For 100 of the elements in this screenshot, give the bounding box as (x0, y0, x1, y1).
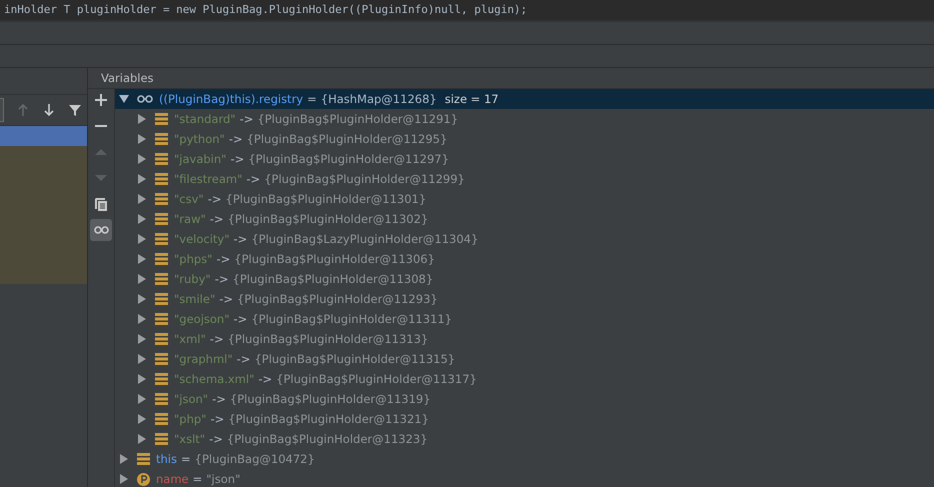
list-icon (155, 333, 168, 345)
list-icon (155, 233, 168, 245)
key-text: "filestream" (174, 172, 242, 186)
variable-value: {PluginBag$PluginHolder@11301} (226, 192, 426, 206)
key-text: "smile" (174, 292, 216, 306)
list-icon (155, 213, 168, 225)
list-icon (155, 193, 168, 205)
variable-row[interactable]: "filestream" -> {PluginBag$PluginHolder@11299} (115, 169, 934, 189)
variable-row[interactable]: "geojson" -> {PluginBag$PluginHolder@11311} (115, 309, 934, 329)
key-text: "xml" (174, 332, 206, 346)
key-text: "php" (174, 412, 206, 426)
variable-row[interactable]: "ruby" -> {PluginBag$PluginHolder@11308} (115, 269, 934, 289)
variable-row[interactable]: this = {PluginBag@10472} (115, 449, 934, 469)
panel-title: Variables (101, 71, 154, 85)
up-triangle-icon (95, 149, 107, 155)
list-icon (155, 153, 168, 165)
collapse-arrow-icon[interactable] (119, 94, 129, 104)
parameter-icon (137, 472, 150, 486)
variable-value: {PluginBag$PluginHolder@11306} (234, 252, 435, 266)
variable-row[interactable]: "javabin" -> {PluginBag$PluginHolder@11297} (115, 149, 934, 169)
list-icon (155, 173, 168, 185)
list-icon (155, 113, 168, 125)
arrow-operator: -> (246, 172, 260, 186)
variable-value: {PluginBag$PluginHolder@11317} (276, 372, 477, 386)
key-text: "phps" (174, 252, 212, 266)
size-text: size = 17 (444, 92, 499, 106)
variable-value: {PluginBag$PluginHolder@11297} (248, 152, 449, 166)
variable-name: ((PluginBag)this).registry (159, 92, 304, 106)
arrow-operator: -> (210, 212, 224, 226)
variable-value: {PluginBag$LazyPluginHolder@11304} (251, 232, 478, 246)
variable-row[interactable]: "graphml" -> {PluginBag$PluginHolder@11315} (115, 349, 934, 369)
variable-row[interactable]: ((PluginBag)this).registry = {HashMap@11268} size = 17 (115, 89, 934, 109)
variable-row[interactable]: "standard" -> {PluginBag$PluginHolder@11291} (115, 109, 934, 129)
equals-operator: = (192, 472, 202, 486)
code-line: inHolder T pluginHolder = new PluginBag.PluginHolder((PluginInfo)null, plugin); (3, 3, 528, 17)
list-icon (155, 313, 168, 325)
variable-value: {PluginBag$PluginHolder@11323} (226, 432, 428, 446)
list-icon (155, 293, 168, 305)
variable-value: {PluginBag@10472} (194, 452, 315, 466)
variable-row[interactable]: "php" -> {PluginBag$PluginHolder@11321} (115, 409, 934, 429)
list-icon (137, 453, 150, 465)
variable-value: {PluginBag$PluginHolder@11308} (232, 272, 434, 286)
equals-operator: = (307, 92, 317, 106)
variable-value: {PluginBag$PluginHolder@11319} (230, 392, 431, 406)
down-arrow-icon[interactable] (42, 103, 56, 117)
key-text: "python" (174, 132, 225, 146)
arrow-operator: -> (214, 272, 228, 286)
key-text: "standard" (174, 112, 236, 126)
variable-value: {HashMap@11268} (320, 92, 437, 106)
arrow-operator: -> (208, 192, 222, 206)
variable-row[interactable]: "phps" -> {PluginBag$PluginHolder@11306} (115, 249, 934, 269)
key-text: "schema.xml" (174, 372, 254, 386)
down-triangle-icon (95, 175, 107, 181)
variable-row[interactable]: "csv" -> {PluginBag$PluginHolder@11301} (115, 189, 934, 209)
arrow-operator: -> (210, 332, 224, 346)
variable-value: {PluginBag$PluginHolder@11302} (228, 212, 428, 226)
key-text: "raw" (174, 212, 206, 226)
list-icon (155, 353, 168, 365)
filter-icon[interactable] (68, 103, 82, 117)
arrow-operator: -> (209, 432, 223, 446)
variable-row[interactable]: name = "json" (115, 469, 934, 487)
list-icon (155, 253, 168, 265)
arrow-operator: -> (236, 352, 250, 366)
key-text: "javabin" (174, 152, 226, 166)
variable-value: {PluginBag$PluginHolder@11321} (228, 412, 429, 426)
variable-value: {PluginBag$PluginHolder@11291} (257, 112, 458, 126)
list-icon (155, 433, 168, 445)
add-icon (95, 94, 107, 106)
variable-value: "json" (206, 472, 240, 486)
variable-row[interactable]: "json" -> {PluginBag$PluginHolder@11319} (115, 389, 934, 409)
list-icon (155, 373, 168, 385)
variable-row[interactable]: "python" -> {PluginBag$PluginHolder@11295} (115, 129, 934, 149)
arrow-operator: -> (212, 392, 226, 406)
glasses-icon (94, 226, 108, 234)
variable-row[interactable]: "xml" -> {PluginBag$PluginHolder@11313} (115, 329, 934, 349)
variable-name: this (156, 452, 177, 466)
equals-operator: = (180, 452, 191, 466)
variable-row[interactable]: "velocity" -> {PluginBag$LazyPluginHolder@11304} (115, 229, 934, 249)
variable-row[interactable]: "schema.xml" -> {PluginBag$PluginHolder@11317} (115, 369, 934, 389)
variable-row[interactable]: "smile" -> {PluginBag$PluginHolder@11293} (115, 289, 934, 309)
variable-value: {PluginBag$PluginHolder@11311} (251, 312, 452, 326)
variable-value: {PluginBag$PluginHolder@11299} (264, 172, 465, 186)
list-icon (155, 133, 168, 145)
arrow-operator: -> (216, 252, 230, 266)
key-text: "graphml" (174, 352, 233, 366)
list-icon (155, 273, 168, 285)
arrow-operator: -> (230, 152, 244, 166)
arrow-operator: -> (228, 132, 243, 146)
variable-value: {PluginBag$PluginHolder@11315} (254, 352, 456, 366)
key-text: "xslt" (174, 432, 206, 446)
glasses-icon (137, 93, 153, 105)
variable-row[interactable]: "xslt" -> {PluginBag$PluginHolder@11323} (115, 429, 934, 449)
key-text: "velocity" (174, 232, 230, 246)
arrow-operator: -> (210, 412, 224, 426)
variable-value: {PluginBag$PluginHolder@11293} (237, 292, 438, 306)
variable-name: name (156, 472, 189, 486)
glasses-button[interactable] (90, 219, 112, 241)
variable-row[interactable]: "raw" -> {PluginBag$PluginHolder@11302} (115, 209, 934, 229)
arrow-operator: -> (234, 232, 248, 246)
copy-icon (95, 198, 107, 210)
